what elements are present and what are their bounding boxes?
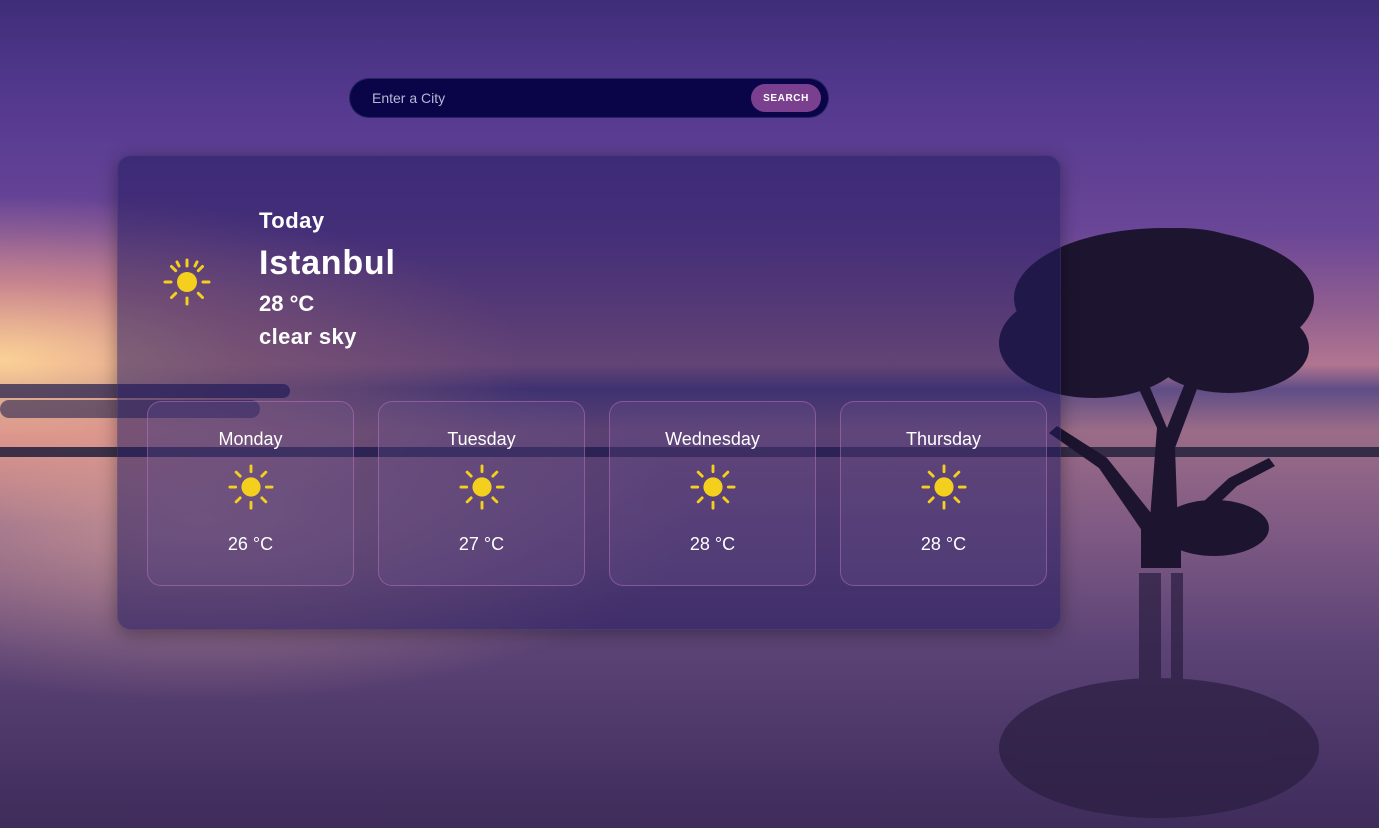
today-summary: Today Istanbul 28 °C clear sky — [259, 208, 396, 350]
forecast-temperature: 27 °C — [458, 534, 505, 554]
forecast-day: Monday — [218, 429, 283, 449]
forecast-temperature: 28 °C — [920, 534, 967, 554]
forecast-day: Thursday — [905, 429, 982, 449]
forecast-card-thursday: Thursday 28 °C — [840, 401, 1047, 586]
search-bar: SEARCH — [349, 78, 829, 118]
forecast-row: Monday 26 °C Tuesday 27 °C Wednesday 28 … — [147, 401, 1047, 586]
city-name: Istanbul — [259, 244, 396, 282]
sun-icon — [458, 464, 505, 510]
sun-icon — [920, 464, 967, 510]
forecast-day: Tuesday — [447, 429, 516, 449]
sun-icon — [227, 464, 274, 510]
weather-card: Today Istanbul 28 °C clear sky Monday 26… — [117, 155, 1061, 630]
search-button[interactable]: SEARCH — [751, 84, 821, 112]
forecast-card-tuesday: Tuesday 27 °C — [378, 401, 585, 586]
forecast-day: Wednesday — [665, 429, 760, 449]
weather-description: clear sky — [259, 324, 357, 349]
sun-icon — [689, 464, 736, 510]
forecast-temperature: 28 °C — [689, 534, 736, 554]
sun-icon — [163, 258, 211, 306]
forecast-temperature: 26 °C — [227, 534, 274, 554]
forecast-card-monday: Monday 26 °C — [147, 401, 354, 586]
city-search-input[interactable] — [372, 90, 751, 106]
today-label: Today — [259, 208, 325, 233]
forecast-card-wednesday: Wednesday 28 °C — [609, 401, 816, 586]
current-temperature: 28 °C — [259, 291, 315, 316]
